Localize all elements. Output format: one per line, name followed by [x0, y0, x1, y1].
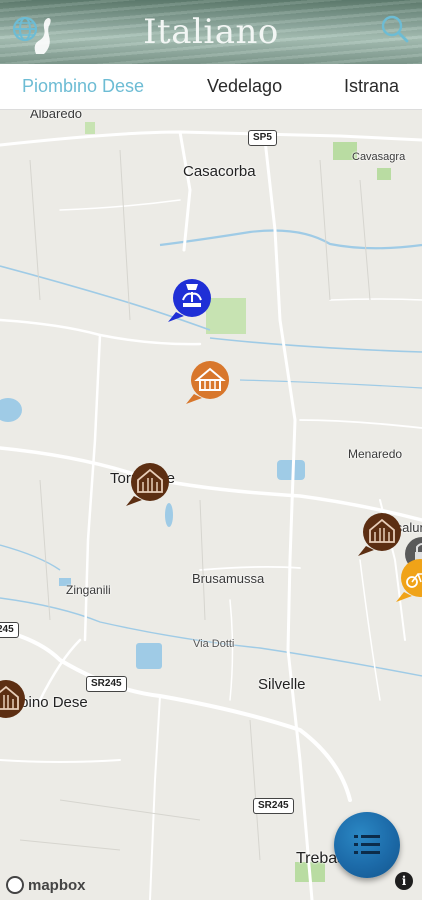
place-label: Casacorba — [183, 163, 256, 180]
street-label: Via Dotti — [193, 638, 235, 650]
road-shield: 245 — [0, 622, 19, 638]
page-title: Italiano — [143, 12, 279, 52]
villa-poi[interactable] — [0, 675, 28, 729]
tab-istrana[interactable]: Istrana — [344, 76, 399, 97]
place-label: Cavasagra — [352, 151, 406, 163]
tab-vedelago[interactable]: Vedelago — [207, 76, 282, 97]
place-label: Menaredo — [348, 447, 403, 461]
map-view[interactable]: Albaredo Casacorba Cavasagra Menaredo To… — [0, 110, 422, 900]
list-icon — [354, 835, 380, 854]
villa-poi[interactable] — [124, 458, 172, 512]
mapbox-mark-icon — [6, 876, 24, 894]
road-shield: SR245 — [86, 676, 127, 692]
mapbox-logo[interactable]: mapbox — [6, 874, 86, 896]
town-tabs: Piombino Dese Vedelago Istrana — [0, 64, 422, 110]
mapbox-wordmark: mapbox — [28, 876, 86, 894]
place-label: Albaredo — [30, 110, 83, 121]
place-label: Brusamussa — [192, 571, 265, 586]
app-header: Italiano — [0, 0, 422, 64]
road-shield: SR245 — [253, 798, 294, 814]
search-icon[interactable] — [380, 14, 410, 44]
fountain-poi[interactable] — [166, 272, 214, 326]
info-icon[interactable]: i — [395, 872, 413, 890]
map-base — [0, 110, 422, 900]
tab-piombino-dese[interactable]: Piombino Dese — [22, 76, 144, 97]
bike-poi[interactable] — [394, 554, 422, 608]
place-label: Zinganili — [66, 583, 111, 597]
road-shield: SP5 — [248, 130, 277, 146]
place-label: Silvelle — [258, 676, 306, 693]
list-view-button[interactable] — [334, 812, 400, 878]
rural-building-poi[interactable] — [184, 356, 232, 410]
